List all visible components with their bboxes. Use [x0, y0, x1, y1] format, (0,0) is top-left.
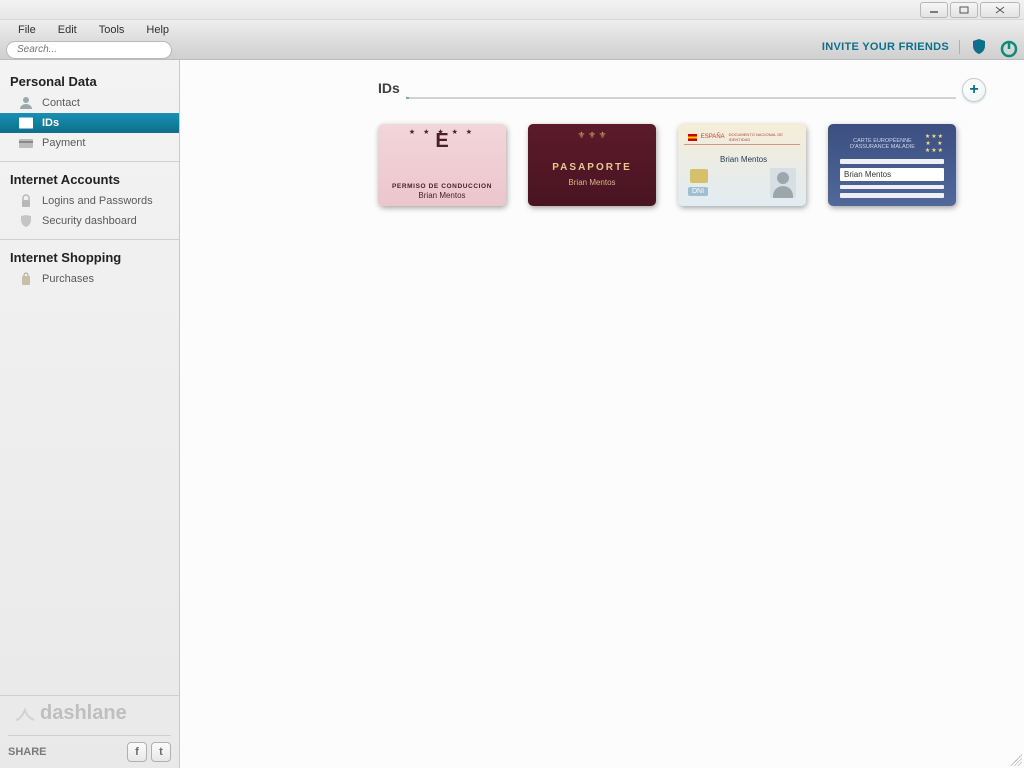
- field-blank: [840, 159, 944, 164]
- add-button[interactable]: +: [962, 78, 986, 102]
- toolstrip: File Edit Tools Help INVITE YOUR FRIENDS: [0, 20, 1024, 60]
- share-label: SHARE: [8, 746, 47, 758]
- menubar: File Edit Tools Help: [8, 22, 179, 38]
- menu-help[interactable]: Help: [136, 22, 179, 38]
- close-button[interactable]: [980, 2, 1020, 18]
- subtitle: DOCUMENTO NACIONAL DE IDENTIDAD: [729, 132, 796, 142]
- sidebar-item-logins[interactable]: Logins and Passwords: [0, 191, 179, 211]
- sidebar-item-payment[interactable]: Payment: [0, 133, 179, 153]
- power-icon[interactable]: [998, 38, 1016, 56]
- sidebar-item-label: Logins and Passwords: [42, 195, 153, 207]
- country-label: ESPAÑA: [701, 134, 725, 140]
- shield-icon[interactable]: [970, 38, 988, 56]
- sidebar-item-label: Security dashboard: [42, 215, 137, 227]
- emblem-letter: E: [378, 130, 506, 153]
- heading-rule: [406, 97, 956, 99]
- spain-flag-icon: [688, 134, 697, 141]
- menu-tools[interactable]: Tools: [89, 22, 135, 38]
- section-title-personal: Personal Data: [0, 68, 179, 93]
- bag-icon: [18, 272, 34, 286]
- sidebar-item-label: Contact: [42, 97, 80, 109]
- id-card-icon: [18, 116, 34, 130]
- id-cards-grid: ★ ★ ★ ★ ★ E PERMISO DE CONDUCCION Brian …: [378, 124, 996, 206]
- dni-badge: DNI: [688, 187, 708, 196]
- sidebar-item-label: Purchases: [42, 273, 94, 285]
- page-title: IDs: [378, 80, 400, 100]
- sidebar-item-contact[interactable]: Contact: [0, 93, 179, 113]
- coat-of-arms-icon: ⚜ ⚜ ⚜: [528, 130, 656, 141]
- facebook-icon[interactable]: f: [127, 742, 147, 762]
- person-icon: [18, 96, 34, 110]
- field-blank: [840, 185, 944, 190]
- card-drivers-license[interactable]: ★ ★ ★ ★ ★ E PERMISO DE CONDUCCION Brian …: [378, 124, 506, 206]
- field-blank: [840, 193, 944, 198]
- sidebar: Personal Data Contact IDs Payment Intern…: [0, 60, 180, 768]
- maximize-button[interactable]: [950, 2, 978, 18]
- menu-file[interactable]: File: [8, 22, 46, 38]
- sidebar-item-label: IDs: [42, 117, 59, 129]
- resize-grip-icon[interactable]: [1010, 754, 1022, 766]
- shield-small-icon: [18, 214, 34, 228]
- eu-stars-icon: ★★★★ ★★★★: [925, 133, 944, 154]
- card-passport[interactable]: ⚜ ⚜ ⚜ PASAPORTE Brian Mentos: [528, 124, 656, 206]
- twitter-icon[interactable]: t: [151, 742, 171, 762]
- section-title-shopping: Internet Shopping: [0, 244, 179, 269]
- card-type-label: PASAPORTE: [528, 162, 656, 173]
- card-type-label: CARTE EUROPÉENNE D'ASSURANCE MALADIE: [840, 138, 925, 150]
- card-euro-health[interactable]: CARTE EUROPÉENNE D'ASSURANCE MALADIE ★★★…: [828, 124, 956, 206]
- separator: [959, 40, 960, 54]
- titlebar: [0, 0, 1024, 20]
- lock-icon: [18, 194, 34, 208]
- sidebar-item-purchases[interactable]: Purchases: [0, 269, 179, 289]
- sidebar-item-security[interactable]: Security dashboard: [0, 211, 179, 231]
- search-input[interactable]: [6, 41, 172, 59]
- sidebar-item-label: Payment: [42, 137, 85, 149]
- credit-card-icon: [18, 136, 34, 150]
- main-content: IDs + ★ ★ ★ ★ ★ E PERMISO DE CONDUCCION …: [180, 60, 1024, 768]
- card-type-label: PERMISO DE CONDUCCION: [392, 183, 492, 190]
- chip-icon: [690, 169, 708, 183]
- section-title-accounts: Internet Accounts: [0, 166, 179, 191]
- card-holder-name: Brian Mentos: [720, 155, 767, 164]
- sidebar-item-ids[interactable]: IDs: [0, 113, 179, 133]
- photo-placeholder-icon: [770, 168, 796, 198]
- invite-friends-link[interactable]: INVITE YOUR FRIENDS: [822, 41, 949, 53]
- card-national-id[interactable]: ESPAÑA DOCUMENTO NACIONAL DE IDENTIDAD B…: [678, 124, 806, 206]
- brand-logo: dashlane: [8, 702, 171, 736]
- menu-edit[interactable]: Edit: [48, 22, 87, 38]
- card-holder-name: Brian Mentos: [418, 191, 465, 200]
- minimize-button[interactable]: [920, 2, 948, 18]
- card-holder-name: Brian Mentos: [840, 168, 944, 181]
- card-holder-name: Brian Mentos: [528, 178, 656, 187]
